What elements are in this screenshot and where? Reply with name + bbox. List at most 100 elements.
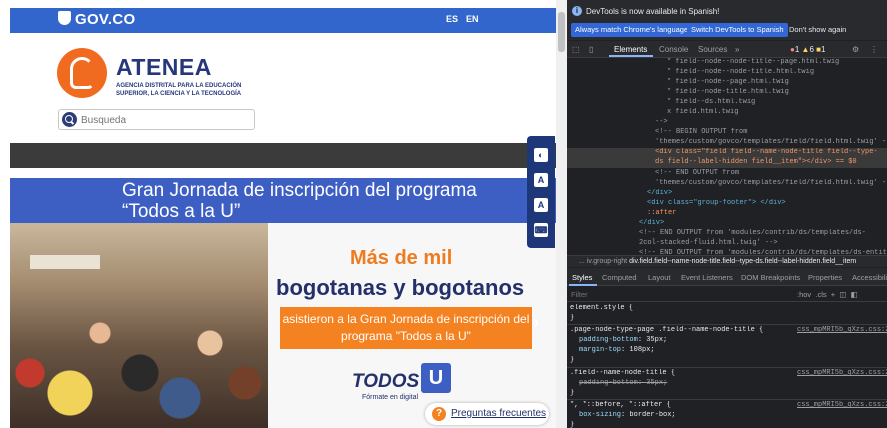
rule-source-link[interactable]: css_mpMRI5b_qXzs.css:27 (797, 369, 887, 379)
dom-line[interactable]: 'themes/custom/govco/templates/field/fie… (567, 138, 887, 148)
dom-line[interactable]: * field--node--node-title--page.html.twi… (567, 58, 887, 68)
gov-co-text: GOV.CO (75, 11, 136, 28)
dom-line[interactable]: * field--ds.html.twig (567, 98, 887, 108)
slide-headline-2: bogotanas y bogotanos (276, 275, 525, 300)
crowd-photo (10, 223, 268, 428)
dom-line[interactable]: </div> (567, 189, 887, 199)
tab-layout[interactable]: Layout (648, 273, 671, 282)
more-options-icon[interactable]: ⋮ (870, 45, 878, 54)
todos-subtitle: Fórmate en digital (362, 394, 419, 401)
filter-tools: :hov .cls + ◫ ◧ (797, 290, 858, 299)
css-declaration[interactable]: margin-top: 108px; (567, 346, 887, 356)
active-subtab-indicator (569, 284, 597, 286)
rule-selector[interactable]: .page-node-type-page .field--name-node-t… (567, 326, 887, 336)
rule-selector[interactable]: *, *::before, *::after {css_mpMRI5b_qXzs… (567, 401, 887, 411)
dom-line[interactable]: <div class="group-footer"> </div> (567, 199, 887, 209)
dom-line[interactable]: ::after (567, 209, 887, 219)
gov-co-logo[interactable]: GOV.CO (58, 11, 135, 28)
dom-line[interactable]: </div> (567, 219, 887, 229)
tab-elements[interactable]: Elements (614, 45, 647, 54)
styles-pane[interactable]: element.style { } .page-node-type-page .… (567, 302, 887, 428)
tab-event-listeners[interactable]: Event Listeners (681, 273, 733, 282)
settings-gear-icon[interactable]: ⚙ (852, 45, 859, 54)
dom-line[interactable]: x field.html.twig (567, 108, 887, 118)
styles-filter-bar: :hov .cls + ◫ ◧ (567, 287, 887, 302)
tab-properties[interactable]: Properties (808, 273, 842, 282)
warning-count: 6 (809, 45, 814, 54)
tab-styles[interactable]: Styles (572, 273, 592, 282)
dont-show-again-button[interactable]: Don't show again (785, 23, 850, 37)
notice-text: DevTools is now available in Spanish! (586, 7, 720, 16)
error-count: 1 (794, 45, 800, 54)
toggle-styles-icon[interactable]: ◫ (839, 290, 846, 299)
carousel-next-arrow-icon[interactable]: › (528, 312, 544, 332)
search-box (58, 109, 255, 130)
css-declaration[interactable]: padding-bottom: 35px; (567, 336, 887, 346)
faq-button[interactable]: ? Preguntas frecuentes (425, 403, 549, 425)
tab-computed[interactable]: Computed (602, 273, 637, 282)
search-input[interactable] (81, 113, 249, 127)
rule-selector[interactable]: .field--name-node-title {css_mpMRI5b_qXz… (567, 369, 887, 379)
css-declaration[interactable]: box-sizing: border-box; (567, 411, 887, 421)
contrast-icon[interactable]: ◐ (534, 148, 548, 162)
devtools-tabbar: ⬚ ▯ Elements Console Sources » ●1 ▲6 ■1 … (567, 41, 887, 58)
css-declaration-overridden[interactable]: padding-bottom: 35px; (567, 379, 887, 389)
rule-source-link[interactable]: css_mpMRI5b_qXzs.css:24 (797, 401, 887, 411)
dom-breadcrumb: ... iv.group-right div.field.field--name… (567, 255, 887, 267)
issue-counters[interactable]: ●1 ▲6 ■1 (790, 45, 825, 54)
device-toolbar-icon[interactable]: ▯ (589, 45, 593, 54)
keyboard-icon[interactable]: ⌨ (534, 223, 548, 237)
slide-caption-box: asistieron a la Gran Jornada de inscripc… (280, 307, 532, 349)
page-scrollbar[interactable] (556, 0, 567, 428)
dom-line[interactable]: <!-- END OUTPUT from 'modules/contrib/ds… (567, 229, 887, 249)
text-increase-icon[interactable]: A (534, 198, 548, 212)
always-match-language-button[interactable]: Always match Chrome's language (571, 23, 693, 37)
styles-subtabbar: Styles Computed Layout Event Listeners D… (567, 268, 887, 286)
scrollbar-thumb[interactable] (558, 12, 565, 52)
dom-line[interactable]: <!-- BEGIN OUTPUT from (567, 128, 887, 138)
language-notice-bar: i DevTools is now available in Spanish! … (567, 0, 887, 40)
breadcrumb-ellipsis[interactable]: ... (579, 258, 585, 265)
more-tabs-icon[interactable]: » (735, 45, 739, 54)
tab-console[interactable]: Console (659, 45, 688, 54)
dom-line[interactable]: 'themes/custom/govco/templates/field/fie… (567, 179, 887, 189)
main-nav-bar (10, 143, 556, 168)
breadcrumb-current[interactable]: div.field.field--name-node-title.field--… (629, 258, 856, 265)
search-icon[interactable] (62, 112, 77, 127)
info-icon: i (572, 6, 582, 16)
dom-line[interactable]: * field--node--page.html.twig (567, 78, 887, 88)
breadcrumb-item[interactable]: iv.group-right (587, 258, 627, 265)
tab-accessibility[interactable]: Accessibility (852, 273, 887, 282)
lang-es-link[interactable]: ES (446, 14, 458, 24)
dom-line[interactable]: --> (567, 118, 887, 128)
rule-close: } (570, 314, 575, 322)
tab-sources[interactable]: Sources (698, 45, 727, 54)
slide-headline-1: Más de mil (350, 247, 453, 269)
dom-line[interactable]: * field--node-title.html.twig (567, 88, 887, 98)
banner-slide[interactable]: Más de mil bogotanas y bogotanos asistie… (10, 223, 556, 428)
todos-u-mark: U (421, 363, 451, 393)
switch-to-spanish-button[interactable]: Switch DevTools to Spanish (687, 23, 788, 37)
dom-tree[interactable]: * field--node--node-title--page.html.twi… (567, 58, 887, 257)
question-icon: ? (432, 407, 446, 421)
text-decrease-icon[interactable]: A (534, 173, 548, 187)
rule-source-link[interactable]: css_mpMRI5b_qXzs.css:27 (797, 326, 887, 336)
banner-title: Gran Jornada de inscripción del programa… (10, 178, 556, 223)
todos-a-la-u-logo: TODOS (352, 371, 420, 392)
dom-line-selected[interactable]: <div class="field field--name-node-title… (567, 148, 887, 168)
hover-state-toggle[interactable]: :hov (797, 290, 811, 299)
rule-close: } (570, 421, 575, 428)
dom-line[interactable]: <!-- END OUTPUT from (567, 169, 887, 179)
styles-filter-input[interactable] (571, 289, 771, 300)
lang-en-link[interactable]: EN (466, 14, 479, 24)
atenea-logo-icon (57, 48, 107, 98)
new-rule-button[interactable]: + (831, 290, 835, 299)
inspect-element-icon[interactable]: ⬚ (572, 45, 580, 54)
sidebar-toggle-icon[interactable]: ◧ (851, 290, 858, 299)
rule-selector[interactable]: element.style { (567, 304, 887, 314)
dom-line[interactable]: * field--node--node-title.html.twig (567, 68, 887, 78)
issues-count: 1 (820, 45, 826, 54)
tab-dom-breakpoints[interactable]: DOM Breakpoints (741, 273, 800, 282)
website-viewport: GOV.CO ES EN ATENEA AGENCIA DISTRITAL PAR… (0, 0, 567, 428)
class-toggle[interactable]: .cls (815, 290, 826, 299)
